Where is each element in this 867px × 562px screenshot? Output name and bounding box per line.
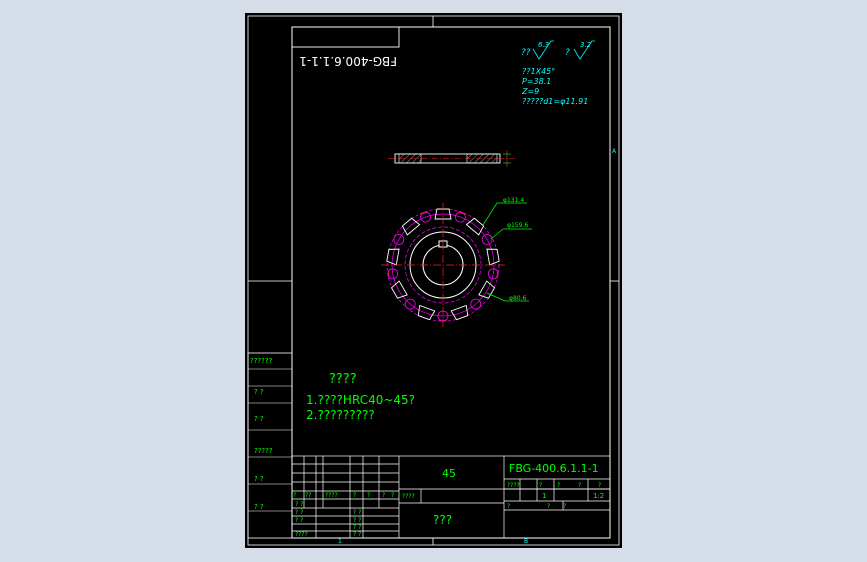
mirrored-code-text: FBG-400.6.1.1-1 [299,54,397,68]
zone-mark-1: 1 [338,538,342,545]
drawing-sheet: A B 1 FBG-400.6.1.1-1 ?? 6.3 ? 3.2 ??1X4… [245,13,622,548]
svg-text:?: ? [353,492,356,499]
svg-text:? ?: ? ? [353,531,361,538]
svg-text:? ?: ? ? [295,509,303,516]
cad-drawing: A B 1 FBG-400.6.1.1-1 ?? 6.3 ? 3.2 ??1X4… [247,15,620,546]
spec-notes: ??1X45° P=38.1 Z=9 ?????d1=φ11.91 [521,67,588,106]
svg-text:????: ???? [507,482,520,489]
technical-notes: ???? 1.????HRC40~45? 2.????????? [306,372,415,422]
quantity: 1 [542,492,546,500]
material: 45 [442,467,456,480]
svg-text:?: ? [507,503,510,510]
mirrored-code-box: FBG-400.6.1.1-1 [291,26,400,68]
svg-text:?????: ????? [254,447,273,455]
dim-phi131: φ131.4 [503,197,524,204]
svg-text:?: ? [563,503,566,510]
svg-text:? ?: ? ? [295,517,303,524]
svg-text:?: ? [391,492,394,499]
svg-text:?????d1=φ11.91: ?????d1=φ11.91 [522,97,588,106]
svg-text:? ?: ? ? [353,517,361,524]
svg-text:? ?: ? ? [254,503,264,511]
svg-text:?: ? [367,492,370,499]
svg-text:? ?: ? ? [353,509,361,516]
svg-text:6.3: 6.3 [538,41,549,49]
svg-text:? ?: ? ? [254,475,264,483]
svg-text:3.2: 3.2 [580,41,592,49]
section-view [388,150,515,167]
svg-text:?: ? [293,492,296,499]
svg-text:????: ???? [295,531,308,538]
svg-text:P=38.1: P=38.1 [522,77,551,86]
svg-text:??????: ?????? [250,357,273,365]
notes-line-2: 2.????????? [306,408,375,422]
svg-text:??: ?? [305,492,311,499]
svg-text:Z=9: Z=9 [521,87,539,96]
drawing-code: FBG-400.6.1.1-1 [509,462,599,475]
left-strip-table: ?????? ? ? ? ? ????? ? ? ? ? [247,352,293,539]
svg-text:? ?: ? ? [254,415,264,423]
part-name: ??? [433,513,452,527]
surface-roughness: ?? 6.3 ? 3.2 [521,40,595,60]
svg-text:?: ? [598,482,601,489]
title-block-text: 45 FBG-400.6.1.1-1 ??? ???? ? ? ? ? 1 1:… [293,462,604,538]
svg-text:? ?: ? ? [295,501,303,508]
svg-text:??1X45°: ??1X45° [522,67,555,76]
svg-text:?: ? [578,482,581,489]
svg-text:?: ? [382,492,385,499]
dim-phi159: φ159.6 [507,222,528,229]
scale: 1:2 [593,492,604,500]
svg-text:????: ???? [402,493,415,500]
zone-mark-a: A [612,148,617,155]
notes-line-1: 1.????HRC40~45? [306,393,415,407]
svg-text:??: ?? [521,48,531,58]
notes-title: ???? [329,372,357,387]
svg-text:? ?: ? ? [254,388,264,396]
zone-mark-b: B [524,538,528,545]
svg-text:?: ? [565,48,570,58]
dim-phi80: φ80.6 [509,295,527,302]
svg-text:?: ? [557,482,560,489]
svg-text:?: ? [547,503,550,510]
sprocket-view [381,203,505,327]
svg-text:?: ? [539,482,542,489]
svg-text:? ?: ? ? [353,524,361,531]
svg-text:????: ???? [325,492,338,499]
